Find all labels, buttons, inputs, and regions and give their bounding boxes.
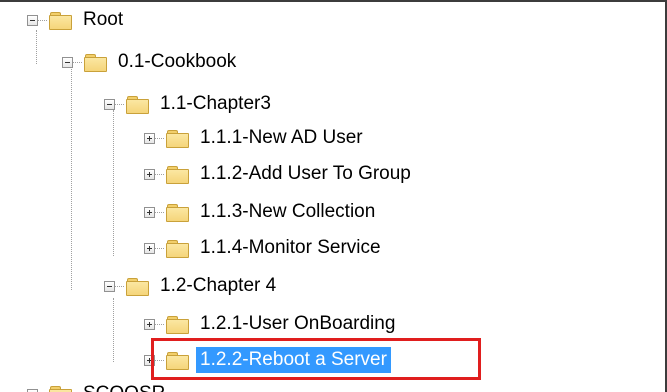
tree-node-label[interactable]: 1.1.3-New Collection: [196, 199, 379, 225]
tree-node-label[interactable]: 1.2.1-User OnBoarding: [196, 311, 399, 337]
tree-connector: [73, 61, 82, 63]
folder-tree: Root 0.1-Cookbook 1.1-Chapter3 1.1.1-New…: [0, 0, 667, 392]
minus-icon[interactable]: [104, 98, 115, 110]
plus-icon[interactable]: [144, 132, 155, 144]
tree-connector: [155, 137, 164, 139]
tree-node-label[interactable]: 1.1-Chapter3: [156, 91, 275, 117]
tree-node-new-ad-user[interactable]: 1.1.1-New AD User: [144, 122, 367, 154]
tree-node-scoosr[interactable]: SCOOSR: [27, 378, 169, 392]
minus-icon[interactable]: [27, 14, 38, 26]
tree-node-root[interactable]: Root: [27, 4, 127, 36]
tree-guide-line: [113, 298, 114, 362]
folder-icon: [126, 277, 149, 296]
tree-node-cookbook[interactable]: 0.1-Cookbook: [62, 46, 240, 78]
highlight-box: [151, 338, 481, 380]
tree-guide-line: [113, 110, 114, 256]
tree-node-label[interactable]: Root: [79, 7, 127, 33]
tree-node-monitor-service[interactable]: 1.1.4-Monitor Service: [144, 232, 385, 264]
tree-node-chapter4[interactable]: 1.2-Chapter 4: [104, 270, 280, 302]
folder-icon: [166, 239, 189, 258]
plus-icon[interactable]: [27, 388, 38, 392]
tree-connector: [155, 173, 164, 175]
folder-icon: [126, 95, 149, 114]
tree-connector: [115, 103, 124, 105]
tree-node-label[interactable]: 0.1-Cookbook: [114, 49, 240, 75]
folder-icon: [166, 203, 189, 222]
tree-node-new-collection[interactable]: 1.1.3-New Collection: [144, 196, 379, 228]
plus-icon[interactable]: [144, 206, 155, 218]
tree-node-label[interactable]: 1.2-Chapter 4: [156, 273, 280, 299]
tree-connector: [155, 211, 164, 213]
tree-node-label[interactable]: 1.1.2-Add User To Group: [196, 161, 415, 187]
tree-connector: [115, 285, 124, 287]
folder-icon: [84, 53, 107, 72]
folder-icon: [49, 11, 72, 30]
folder-icon: [49, 385, 72, 392]
plus-icon[interactable]: [144, 168, 155, 180]
tree-node-label[interactable]: SCOOSR: [79, 381, 169, 392]
tree-node-label[interactable]: 1.1.4-Monitor Service: [196, 235, 385, 261]
tree-connector: [155, 247, 164, 249]
tree-node-user-onboarding[interactable]: 1.2.1-User OnBoarding: [144, 308, 399, 340]
tree-connector: [155, 323, 164, 325]
tree-node-label[interactable]: 1.1.1-New AD User: [196, 125, 367, 151]
folder-icon: [166, 315, 189, 334]
tree-connector: [38, 19, 47, 21]
minus-icon[interactable]: [62, 56, 73, 68]
folder-icon: [166, 129, 189, 148]
tree-guide-line: [71, 66, 72, 290]
plus-icon[interactable]: [144, 242, 155, 254]
plus-icon[interactable]: [144, 318, 155, 330]
folder-icon: [166, 165, 189, 184]
tree-node-add-user-to-group[interactable]: 1.1.2-Add User To Group: [144, 158, 415, 190]
minus-icon[interactable]: [104, 280, 115, 292]
tree-node-chapter3[interactable]: 1.1-Chapter3: [104, 88, 275, 120]
